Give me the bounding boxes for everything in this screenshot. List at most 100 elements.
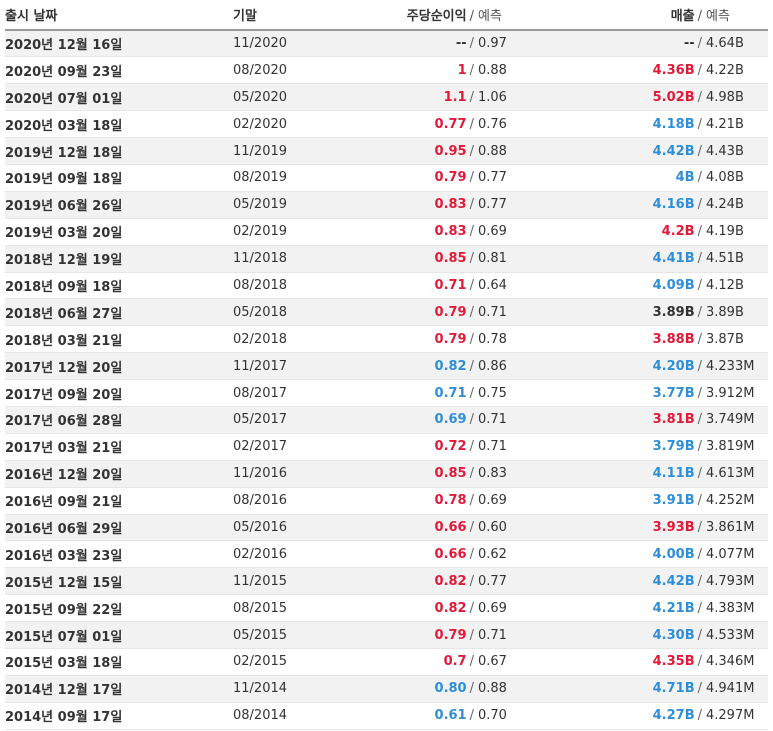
revenue-forecast-value: 3.87B (706, 331, 744, 347)
release-date-cell: 2018년 12월 19일 (5, 245, 233, 273)
eps-forecast-cell: 0.64 (478, 272, 538, 300)
column-header-revenue-label: 매출 (670, 9, 695, 24)
eps-actual-cell: 1.1/ (318, 83, 478, 112)
period-end-cell: 11/2014 (233, 675, 318, 703)
table-row: 2017년 03월 21일 02/2017 0.72/0.71 3.79B/3.819… (5, 433, 768, 461)
release-date: 2018년 03월 21일 (5, 333, 123, 349)
release-date: 2020년 12월 16일 (5, 38, 123, 54)
period-end: 05/2015 (233, 627, 288, 643)
value-separator: / (469, 627, 474, 643)
eps-actual-value: 0.79 (434, 170, 467, 186)
column-header-release-date[interactable]: 출시 날짜 (5, 0, 233, 31)
table-row: 2019년 09월 18일 08/2019 0.79/0.77 4B/4.08B (5, 164, 768, 192)
eps-forecast-cell: 0.76 (478, 110, 538, 139)
table-row: 2017년 09월 20일 08/2017 0.71/0.75 3.77B/3.912… (5, 379, 768, 407)
release-date: 2017년 06월 28일 (5, 414, 123, 430)
revenue-forecast-value: 4.22B (706, 62, 744, 78)
eps-actual-value: 0.78 (434, 493, 467, 509)
eps-forecast-value: 0.71 (478, 412, 507, 428)
release-date-cell: 2015년 12월 15일 (5, 567, 233, 596)
value-separator: / (697, 89, 702, 105)
revenue-actual-cell: 4.16B / (538, 191, 706, 219)
eps-actual-cell: 0.69/ (318, 406, 478, 434)
table-row: 2020년 09월 23일 08/2020 1/0.88 4.36B/4.22B (5, 56, 768, 85)
revenue-forecast-cell: 4.252M (706, 487, 768, 515)
period-end: 02/2015 (233, 654, 288, 670)
eps-actual-cell: 0.71/ (318, 272, 478, 300)
revenue-actual-value: 4.11B (652, 466, 695, 482)
eps-forecast-value: 0.62 (478, 546, 507, 562)
period-end: 08/2020 (233, 62, 288, 78)
period-end: 05/2020 (233, 89, 288, 105)
eps-actual-value: 0.79 (434, 627, 467, 643)
revenue-actual-cell: 3.81B / (538, 406, 706, 434)
column-header-period-end[interactable]: 기말 (233, 0, 318, 31)
release-date: 2017년 09월 20일 (5, 387, 123, 403)
revenue-forecast-value: 3.89B (706, 304, 744, 320)
release-date-cell: 2020년 09월 23일 (5, 56, 233, 85)
period-end: 11/2019 (233, 143, 288, 159)
period-end-cell: 02/2020 (233, 110, 318, 139)
value-separator: / (697, 224, 702, 240)
table-row: 2019년 12월 18일 11/2019 0.95/0.88 4.42B/4.43B (5, 137, 768, 165)
eps-forecast-value: 0.77 (478, 573, 507, 589)
revenue-actual-cell: 4.30B / (538, 621, 706, 649)
eps-forecast-value: 1.06 (478, 89, 507, 105)
column-header-eps-forecast[interactable]: 예측 (478, 0, 538, 31)
value-separator: / (469, 36, 474, 52)
revenue-forecast-cell: 4.793M (706, 567, 768, 596)
revenue-actual-cell: 4.2B / (538, 218, 706, 246)
revenue-forecast-value: 4.64B (706, 36, 744, 52)
release-date: 2015년 03월 18일 (5, 656, 123, 672)
eps-forecast-cell: 0.77 (478, 567, 538, 596)
value-separator: / (469, 62, 474, 78)
column-header-eps[interactable]: 주당순이익 / (318, 0, 478, 31)
revenue-forecast-cell: 4.297M (706, 702, 768, 730)
revenue-forecast-cell: 4.64B (706, 30, 768, 58)
eps-actual-cell: 0.72/ (318, 433, 478, 461)
revenue-actual-cell: 3.91B / (538, 487, 706, 515)
release-date: 2019년 09월 18일 (5, 172, 123, 188)
revenue-actual-value: 4.42B (652, 573, 695, 589)
revenue-actual-cell: 4.35B / (538, 648, 706, 676)
table-row: 2018년 12월 19일 11/2018 0.85/0.81 4.41B/4.51B (5, 245, 768, 273)
eps-actual-value: 0.83 (434, 197, 467, 213)
table-body: 2020년 12월 16일 11/2020 --/0.97 --/4.64B 2020년… (5, 30, 768, 730)
release-date-cell: 2020년 12월 16일 (5, 30, 233, 58)
period-end: 02/2018 (233, 331, 288, 347)
eps-forecast-cell: 0.71 (478, 621, 538, 649)
eps-actual-value: 0.82 (434, 573, 467, 589)
revenue-actual-value: 3.77B (652, 385, 695, 401)
release-date: 2016년 06월 29일 (5, 521, 123, 537)
release-date-cell: 2015년 03월 18일 (5, 648, 233, 676)
period-end: 08/2019 (233, 170, 288, 186)
period-end: 05/2018 (233, 304, 288, 320)
period-end-cell: 02/2017 (233, 433, 318, 461)
eps-actual-cell: 0.85/ (318, 460, 478, 488)
release-date: 2017년 03월 21일 (5, 441, 123, 457)
revenue-actual-value: 4.09B (652, 277, 695, 293)
table-row: 2018년 03월 21일 02/2018 0.79/0.78 3.88B/3.87B (5, 325, 768, 354)
eps-actual-value: 0.80 (434, 681, 467, 697)
eps-forecast-value: 0.69 (478, 600, 507, 616)
value-separator: / (469, 385, 474, 401)
period-end-cell: 11/2020 (233, 30, 318, 58)
revenue-forecast-value: 4.08B (706, 170, 744, 186)
eps-forecast-cell: 0.77 (478, 191, 538, 219)
eps-actual-cell: -- / (318, 30, 478, 58)
period-end: 02/2020 (233, 116, 288, 132)
eps-actual-cell: 0.80/ (318, 675, 478, 703)
eps-actual-value: 1.1 (443, 89, 467, 105)
release-date-cell: 2019년 06월 26일 (5, 191, 233, 219)
eps-actual-cell: 0.82/ (318, 567, 478, 596)
revenue-actual-cell: 4.42B / (538, 137, 706, 165)
table-row: 2016년 09월 21일 08/2016 0.78/0.69 3.91B/4.252… (5, 487, 768, 515)
column-header-revenue[interactable]: 매출 / (538, 0, 706, 31)
eps-forecast-cell: 0.69 (478, 594, 538, 623)
revenue-forecast-value: 4.98B (706, 89, 744, 105)
column-header-revenue-forecast[interactable]: 예측 (706, 0, 768, 31)
eps-forecast-value: 0.88 (478, 143, 507, 159)
revenue-forecast-cell: 4.98B (706, 83, 768, 112)
eps-actual-value: 0.95 (434, 143, 467, 159)
revenue-actual-value: 3.89B (652, 304, 695, 320)
